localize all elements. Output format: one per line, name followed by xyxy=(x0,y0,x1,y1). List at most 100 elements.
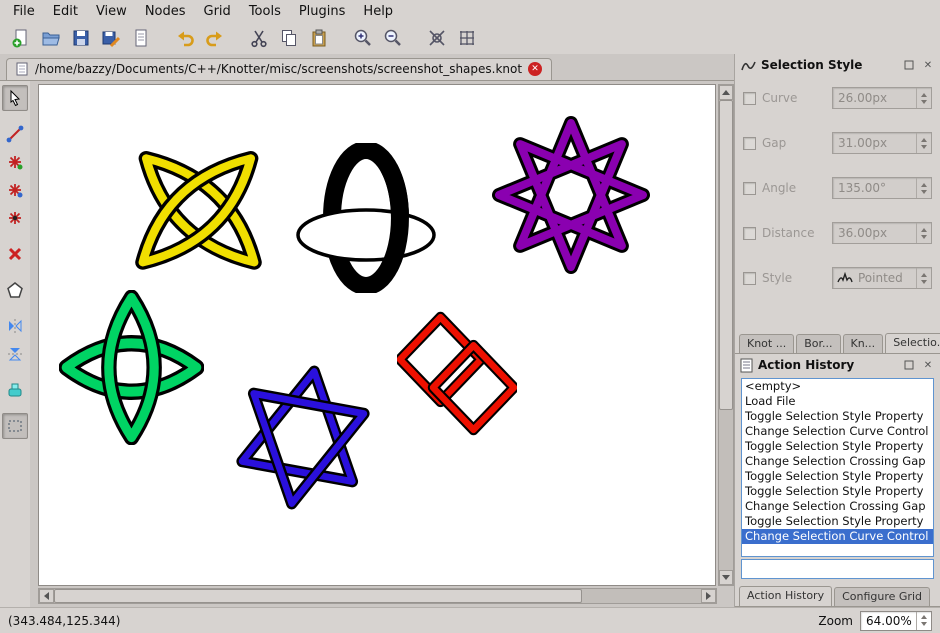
action-history-item[interactable]: <empty> xyxy=(742,379,933,394)
open-document-button[interactable] xyxy=(36,24,66,52)
dock-tab-borders[interactable]: Bor... xyxy=(796,334,841,353)
red-square-knot[interactable] xyxy=(397,311,517,436)
gap-spinbox[interactable]: 31.00px xyxy=(832,132,932,154)
menu-view[interactable]: View xyxy=(87,2,136,21)
action-history-icon xyxy=(740,358,753,372)
spinner-arrows-icon[interactable] xyxy=(916,133,931,153)
spinner-arrows-icon[interactable] xyxy=(916,223,931,243)
combo-dropdown-icon[interactable] xyxy=(916,268,931,288)
knot-canvas[interactable] xyxy=(38,84,716,586)
delete-node-tool-button[interactable] xyxy=(2,241,28,267)
action-history-item[interactable]: Toggle Selection Style Property xyxy=(742,439,933,454)
menu-plugins[interactable]: Plugins xyxy=(290,2,355,21)
edit-graph-tool-button[interactable] xyxy=(2,121,28,147)
dock-tab-knot[interactable]: Knot ... xyxy=(739,334,795,353)
action-history-item[interactable]: Load File xyxy=(742,394,933,409)
tab-configure-grid[interactable]: Configure Grid xyxy=(834,587,930,606)
undo-button[interactable] xyxy=(170,24,200,52)
close-dock-icon[interactable]: ✕ xyxy=(921,358,935,372)
curve-spinbox[interactable]: 26.00px xyxy=(832,87,932,109)
action-history-item[interactable]: Toggle Selection Style Property xyxy=(742,469,933,484)
zoom-out-button[interactable] xyxy=(378,24,408,52)
spinner-arrows-icon[interactable] xyxy=(916,611,931,630)
dock-tab-kn[interactable]: Kn... xyxy=(842,334,884,353)
action-history-item[interactable]: Toggle Selection Style Property xyxy=(742,409,933,424)
green-quatrefoil-knot[interactable] xyxy=(59,290,204,445)
scroll-up-icon[interactable] xyxy=(719,85,733,100)
node-move-icon xyxy=(9,212,21,224)
cut-button[interactable] xyxy=(244,24,274,52)
action-history-item[interactable]: Toggle Selection Style Property xyxy=(742,514,933,529)
mirror-horizontal-tool-button[interactable] xyxy=(2,313,28,339)
menu-file[interactable]: File xyxy=(4,2,44,21)
menu-help[interactable]: Help xyxy=(354,2,402,21)
angle-spinbox[interactable]: 135.00° xyxy=(832,177,932,199)
knot-display-button[interactable] xyxy=(422,24,452,52)
save-document-as-button[interactable] xyxy=(96,24,126,52)
vertical-scrollbar[interactable] xyxy=(718,84,734,586)
export-document-button[interactable] xyxy=(126,24,156,52)
export-document-icon xyxy=(135,29,147,47)
add-node-tool-button[interactable] xyxy=(2,149,28,175)
gap-checkbox[interactable] xyxy=(743,136,756,150)
yellow-knot[interactable] xyxy=(131,147,266,277)
menu-bar: File Edit View Nodes Grid Tools Plugins … xyxy=(0,0,940,22)
rectangle-select-tool-button[interactable] xyxy=(2,413,28,439)
float-dock-icon[interactable] xyxy=(902,358,916,372)
zoom-in-button[interactable] xyxy=(348,24,378,52)
distance-checkbox[interactable] xyxy=(743,226,756,240)
purple-star-knot[interactable] xyxy=(491,115,651,275)
horizontal-scroll-thumb[interactable] xyxy=(54,589,583,603)
vertical-scroll-thumb[interactable] xyxy=(719,100,733,410)
zoom-spinbox[interactable]: 64.00% xyxy=(860,610,932,631)
gap-value: 31.00px xyxy=(838,136,888,150)
fill-style-tool-button[interactable] xyxy=(2,377,28,403)
polygon-tool-button[interactable] xyxy=(2,277,28,303)
curve-checkbox[interactable] xyxy=(743,91,756,105)
style-combobox[interactable]: Pointed xyxy=(832,267,932,289)
scroll-left-icon[interactable] xyxy=(39,589,54,603)
redo-button[interactable] xyxy=(200,24,230,52)
bottom-dock-tab-strip: Action History Configure Grid xyxy=(735,583,940,607)
action-history-item[interactable]: Change Selection Crossing Gap xyxy=(742,454,933,469)
menu-grid[interactable]: Grid xyxy=(195,2,240,21)
mirror-vertical-tool-button[interactable] xyxy=(2,341,28,367)
distance-spinbox[interactable]: 36.00px xyxy=(832,222,932,244)
black-oval-knot[interactable] xyxy=(294,143,439,293)
dock-tab-selection[interactable]: Selectio... xyxy=(885,333,940,353)
blue-hexagram-knot[interactable] xyxy=(233,365,373,510)
action-history-item[interactable]: Change Selection Curve Control xyxy=(742,424,933,439)
action-history-item[interactable]: Change Selection Curve Control xyxy=(742,529,933,544)
style-checkbox[interactable] xyxy=(743,271,756,285)
tab-action-history[interactable]: Action History xyxy=(739,586,833,606)
grid-toggle-button[interactable] xyxy=(452,24,482,52)
select-tool-button[interactable] xyxy=(2,85,28,111)
spinner-arrows-icon[interactable] xyxy=(916,88,931,108)
close-dock-icon[interactable]: ✕ xyxy=(921,58,935,72)
horizontal-scrollbar[interactable] xyxy=(38,588,717,604)
angle-checkbox[interactable] xyxy=(743,181,756,195)
move-nodes-tool-button[interactable] xyxy=(2,205,28,231)
document-tab[interactable]: /home/bazzy/Documents/C++/Knotter/misc/s… xyxy=(6,58,553,80)
action-history-list[interactable]: <empty> Load File Toggle Selection Style… xyxy=(741,378,934,557)
scroll-down-icon[interactable] xyxy=(719,570,733,585)
knot-display-icon xyxy=(429,30,445,46)
action-history-item[interactable]: Toggle Selection Style Property xyxy=(742,484,933,499)
close-tab-icon[interactable]: ✕ xyxy=(528,62,543,76)
spinner-arrows-icon[interactable] xyxy=(916,178,931,198)
zoom-in-icon xyxy=(354,29,371,46)
menu-tools[interactable]: Tools xyxy=(240,2,290,21)
scroll-right-icon[interactable] xyxy=(701,589,716,603)
menu-edit[interactable]: Edit xyxy=(44,2,87,21)
paste-button[interactable] xyxy=(304,24,334,52)
new-document-button[interactable] xyxy=(6,24,36,52)
connect-nodes-tool-button[interactable] xyxy=(2,177,28,203)
save-document-button[interactable] xyxy=(66,24,96,52)
float-dock-icon[interactable] xyxy=(902,58,916,72)
action-history-dock: Action History ✕ <empty> Load File Toggl… xyxy=(735,354,940,583)
menu-nodes[interactable]: Nodes xyxy=(136,2,195,21)
action-history-item[interactable]: Change Selection Crossing Gap xyxy=(742,499,933,514)
cursor-coordinates: (343.484,125.344) xyxy=(8,613,121,628)
copy-button[interactable] xyxy=(274,24,304,52)
gap-row: Gap 31.00px xyxy=(743,131,932,155)
